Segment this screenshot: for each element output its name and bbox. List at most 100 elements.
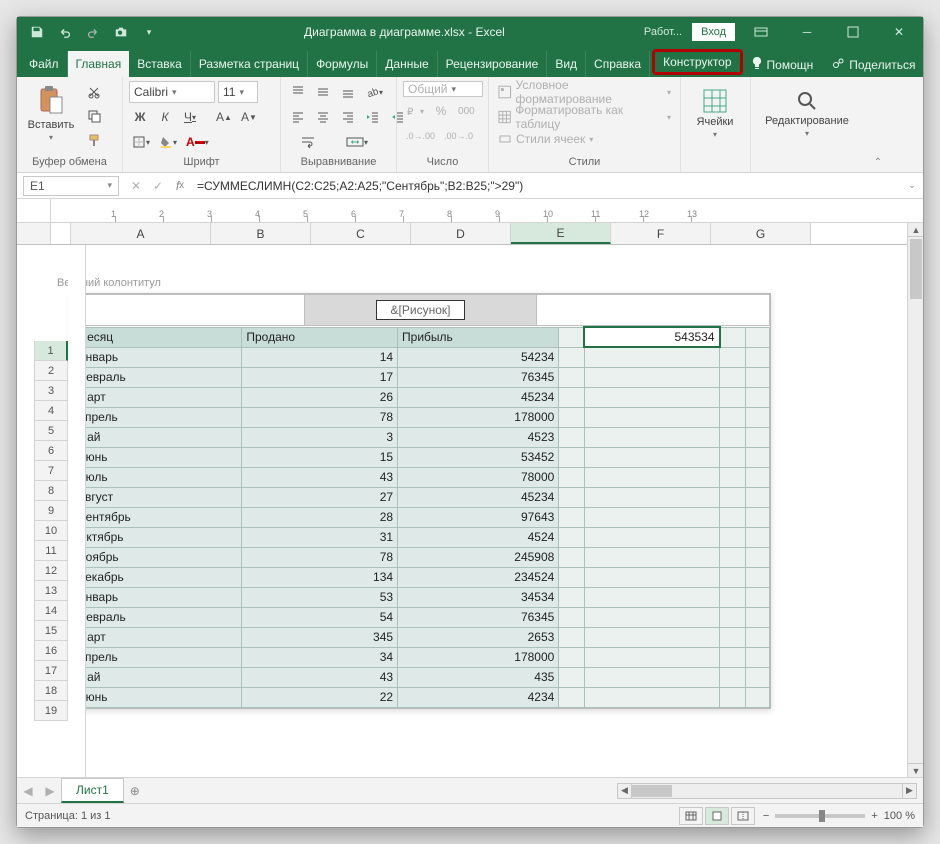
view-normal-icon[interactable]: [679, 807, 703, 825]
col-header[interactable]: B: [211, 223, 311, 244]
align-left-icon[interactable]: [287, 106, 309, 128]
header-box[interactable]: &[Рисунок]: [72, 294, 770, 326]
increase-decimal-icon[interactable]: .0→.00: [403, 125, 438, 147]
fx-icon[interactable]: fx: [169, 175, 191, 197]
name-box[interactable]: E1▾: [23, 176, 119, 196]
rows-area[interactable]: 12345678910111213141516171819 Верхний ко…: [17, 245, 907, 777]
zoom-in-icon[interactable]: +: [871, 810, 877, 822]
cut-icon[interactable]: [83, 81, 105, 103]
comma-format-icon[interactable]: 000: [455, 100, 478, 122]
row-header[interactable]: 2: [34, 361, 68, 381]
undo-icon[interactable]: [53, 20, 77, 44]
align-middle-icon[interactable]: [312, 81, 334, 103]
format-as-table-button[interactable]: Форматировать как таблицу ▾: [495, 106, 674, 128]
number-format-combo[interactable]: Общий▾: [403, 81, 483, 97]
copy-icon[interactable]: [83, 105, 105, 127]
tab-view[interactable]: Вид: [547, 51, 586, 77]
ribbon-options-icon[interactable]: [741, 17, 781, 47]
col-header[interactable]: C: [311, 223, 411, 244]
account-mode[interactable]: Работ...: [640, 24, 686, 40]
align-center-icon[interactable]: [312, 106, 334, 128]
row-header[interactable]: 18: [34, 681, 68, 701]
tab-file[interactable]: Файл: [21, 51, 68, 77]
row-header[interactable]: 6: [34, 441, 68, 461]
font-color-button[interactable]: A▾: [183, 131, 212, 153]
row-header[interactable]: 1: [34, 341, 68, 361]
percent-format-icon[interactable]: %: [430, 100, 452, 122]
row-header[interactable]: 8: [34, 481, 68, 501]
maximize-icon[interactable]: [833, 17, 873, 47]
sheet-tab[interactable]: Лист1: [61, 778, 124, 803]
sheet-nav-next-icon[interactable]: ▶: [39, 780, 61, 802]
tab-design[interactable]: Конструктор: [652, 49, 742, 75]
col-header[interactable]: D: [411, 223, 511, 244]
row-header[interactable]: 16: [34, 641, 68, 661]
data-table[interactable]: МесяцПроданоПрибыль543534Январь1454234Фе…: [72, 326, 770, 708]
align-top-icon[interactable]: [287, 81, 309, 103]
align-right-icon[interactable]: [337, 106, 359, 128]
row-header[interactable]: 3: [34, 381, 68, 401]
close-icon[interactable]: ✕: [879, 17, 919, 47]
decrease-indent-icon[interactable]: [362, 106, 384, 128]
increase-font-icon[interactable]: A▲: [213, 106, 235, 128]
fill-color-button[interactable]: ▾: [156, 131, 180, 153]
sheet-nav-prev-icon[interactable]: ◀: [17, 780, 39, 802]
formula-cancel-icon[interactable]: ✕: [125, 175, 147, 197]
conditional-formatting-button[interactable]: Условное форматирование ▾: [495, 81, 674, 103]
tab-review[interactable]: Рецензирование: [438, 51, 548, 77]
font-family-combo[interactable]: Calibri▾: [129, 81, 215, 103]
tab-help[interactable]: Справка: [586, 51, 650, 77]
row-header[interactable]: 9: [34, 501, 68, 521]
horizontal-scrollbar[interactable]: ◀ ▶: [617, 783, 917, 799]
row-header[interactable]: 5: [34, 421, 68, 441]
new-sheet-icon[interactable]: ⊕: [124, 780, 146, 802]
cells-button[interactable]: Ячейки ▾: [687, 81, 743, 145]
login-button[interactable]: Вход: [692, 23, 735, 41]
col-header[interactable]: G: [711, 223, 811, 244]
editing-button[interactable]: Редактирование ▾: [757, 81, 857, 145]
row-header[interactable]: 7: [34, 461, 68, 481]
row-header[interactable]: 14: [34, 601, 68, 621]
minimize-icon[interactable]: ─: [787, 17, 827, 47]
wrap-text-icon[interactable]: [287, 131, 329, 153]
decrease-font-icon[interactable]: A▼: [238, 106, 260, 128]
vertical-scrollbar[interactable]: ▲ ▼: [907, 223, 923, 777]
row-header[interactable]: 19: [34, 701, 68, 721]
italic-button[interactable]: К: [154, 106, 176, 128]
select-all-corner[interactable]: [17, 223, 51, 244]
tell-me-button[interactable]: Помощн: [745, 52, 820, 77]
row-header[interactable]: 17: [34, 661, 68, 681]
row-header[interactable]: 13: [34, 581, 68, 601]
zoom-slider[interactable]: [775, 814, 865, 818]
accounting-format-icon[interactable]: ₽▾: [403, 100, 427, 122]
redo-icon[interactable]: [81, 20, 105, 44]
format-painter-icon[interactable]: [83, 129, 105, 151]
share-button[interactable]: Поделиться: [825, 52, 921, 77]
underline-button[interactable]: Ч ▾: [179, 106, 201, 128]
view-page-break-icon[interactable]: [731, 807, 755, 825]
align-bottom-icon[interactable]: [337, 81, 359, 103]
row-header[interactable]: 15: [34, 621, 68, 641]
col-header[interactable]: A: [71, 223, 211, 244]
tab-formulas[interactable]: Формулы: [308, 51, 377, 77]
col-header[interactable]: F: [611, 223, 711, 244]
orientation-icon[interactable]: ab▾: [362, 81, 386, 103]
save-icon[interactable]: [25, 20, 49, 44]
tab-page-layout[interactable]: Разметка страниц: [191, 51, 308, 77]
zoom-value[interactable]: 100 %: [884, 810, 915, 822]
font-size-combo[interactable]: 11▾: [218, 81, 258, 103]
row-header[interactable]: 10: [34, 521, 68, 541]
row-header[interactable]: 11: [34, 541, 68, 561]
bold-button[interactable]: Ж: [129, 106, 151, 128]
tab-data[interactable]: Данные: [377, 51, 437, 77]
formula-input[interactable]: =СУММЕСЛИМН(C2:C25;A2:A25;"Сентябрь";B2:…: [191, 179, 901, 193]
formula-accept-icon[interactable]: ✓: [147, 175, 169, 197]
zoom-control[interactable]: − + 100 %: [763, 810, 915, 822]
tab-home[interactable]: Главная: [68, 51, 130, 77]
expand-formula-icon[interactable]: ⌄: [901, 175, 923, 197]
paste-button[interactable]: Вставить ▾: [23, 81, 79, 145]
cell-styles-button[interactable]: Стили ячеек ▾: [495, 131, 596, 147]
borders-button[interactable]: ▾: [129, 131, 153, 153]
merge-center-icon[interactable]: ▾: [332, 131, 382, 153]
header-center-cell[interactable]: &[Рисунок]: [305, 295, 537, 325]
